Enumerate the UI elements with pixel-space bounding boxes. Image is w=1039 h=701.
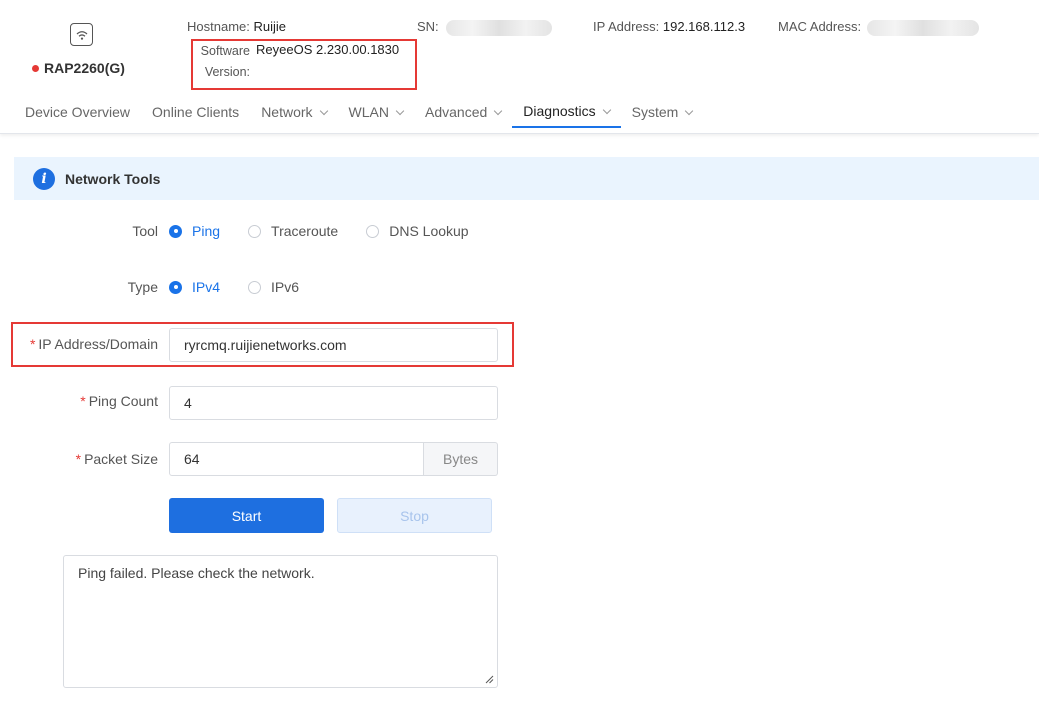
radio-selected-icon <box>169 280 182 294</box>
status-dot-icon <box>32 64 39 72</box>
tab-label: Device Overview <box>25 104 131 120</box>
tab-network[interactable]: Network <box>250 96 337 128</box>
main-nav: Device Overview Online Clients Network W… <box>14 96 703 128</box>
chevron-down-icon <box>319 106 328 115</box>
tab-label: Online Clients <box>152 104 240 120</box>
section-header: i Network Tools <box>14 157 1039 200</box>
hostname-value: Ruijie <box>253 19 287 34</box>
radio-label: IPv6 <box>271 279 300 295</box>
software-label-line2: Version: <box>204 65 250 79</box>
type-radio-group: IPv4 IPv6 <box>169 279 327 295</box>
software-label: Software Version: <box>198 41 250 83</box>
radio-label: Ping <box>192 223 221 239</box>
ip-domain-label: * IP Address/Domain <box>14 336 158 352</box>
ip-label: IP Address: <box>593 19 660 34</box>
tab-online-clients[interactable]: Online Clients <box>141 96 250 128</box>
radio-dns-lookup[interactable]: DNS Lookup <box>366 223 469 239</box>
sn-value-redacted <box>446 19 553 36</box>
software-label-line1: Software <box>200 44 250 58</box>
tab-label: WLAN <box>348 104 389 120</box>
chevron-down-icon <box>494 106 503 115</box>
device-header: RAP2260(G) Hostname: Ruijie SN: IP Addre… <box>0 0 1039 134</box>
ip-value: 192.168.112.3 <box>662 19 746 34</box>
wifi-icon <box>70 23 93 46</box>
radio-unselected-icon <box>248 224 262 238</box>
device-model: RAP2260(G) <box>44 60 125 76</box>
radio-label: Traceroute <box>271 223 339 239</box>
sn-info: SN: <box>417 19 553 36</box>
tab-label: Advanced <box>425 104 488 120</box>
packet-size-group: 64 Bytes <box>169 442 498 476</box>
packet-size-label: * Packet Size <box>14 451 158 467</box>
tab-wlan[interactable]: WLAN <box>338 96 414 128</box>
mac-label: MAC Address: <box>778 19 862 34</box>
ping-count-label: * Ping Count <box>14 393 158 409</box>
hostname-info: Hostname: Ruijie <box>187 19 286 34</box>
section-title: Network Tools <box>65 170 161 187</box>
software-version: ReyeeOS 2.230.00.1830 <box>256 42 400 57</box>
radio-ping[interactable]: Ping <box>169 223 220 239</box>
stop-button[interactable]: Stop <box>337 498 492 533</box>
ping-count-label-text: Ping Count <box>88 393 158 409</box>
ip-domain-input[interactable]: ryrcmq.ruijienetworks.com <box>169 328 498 362</box>
radio-unselected-icon <box>248 280 262 294</box>
mac-value-redacted <box>866 19 979 36</box>
tool-label: Tool <box>132 223 158 239</box>
result-textarea[interactable]: Ping failed. Please check the network. <box>63 555 498 688</box>
hostname-label: Hostname: <box>187 19 250 34</box>
radio-unselected-icon <box>366 224 380 238</box>
info-icon: i <box>33 167 55 190</box>
packet-size-label-text: Packet Size <box>84 451 158 467</box>
tab-label: System <box>631 104 679 120</box>
resize-handle-icon[interactable] <box>485 675 494 684</box>
radio-traceroute[interactable]: Traceroute <box>248 223 338 239</box>
chevron-down-icon <box>685 106 694 115</box>
packet-size-unit: Bytes <box>424 442 498 476</box>
sn-label: SN: <box>417 19 439 34</box>
tab-device-overview[interactable]: Device Overview <box>14 96 141 128</box>
tool-radio-group: Ping Traceroute DNS Lookup <box>169 223 497 239</box>
ip-info: IP Address: 192.168.112.3 <box>593 19 745 34</box>
start-button[interactable]: Start <box>169 498 324 533</box>
tab-system[interactable]: System <box>621 96 704 128</box>
required-mark: * <box>75 451 82 467</box>
tab-label: Diagnostics <box>523 103 596 119</box>
mac-info: MAC Address: <box>778 19 979 36</box>
required-mark: * <box>80 393 86 409</box>
device-name: RAP2260(G) <box>32 60 125 76</box>
radio-ipv4[interactable]: IPv4 <box>169 279 220 295</box>
radio-label: IPv4 <box>192 279 221 295</box>
ping-count-input[interactable]: 4 <box>169 386 498 420</box>
radio-selected-icon <box>169 224 182 238</box>
chevron-down-icon <box>602 105 611 114</box>
packet-size-input[interactable]: 64 <box>169 442 424 476</box>
required-mark: * <box>29 336 36 352</box>
ip-domain-label-text: IP Address/Domain <box>38 336 158 352</box>
type-label: Type <box>127 279 158 295</box>
result-text: Ping failed. Please check the network. <box>78 565 315 581</box>
tab-diagnostics[interactable]: Diagnostics <box>512 96 621 128</box>
chevron-down-icon <box>395 106 405 115</box>
tab-label: Network <box>261 104 313 120</box>
radio-label: DNS Lookup <box>389 223 469 239</box>
tab-advanced[interactable]: Advanced <box>414 96 512 128</box>
radio-ipv6[interactable]: IPv6 <box>248 279 299 295</box>
